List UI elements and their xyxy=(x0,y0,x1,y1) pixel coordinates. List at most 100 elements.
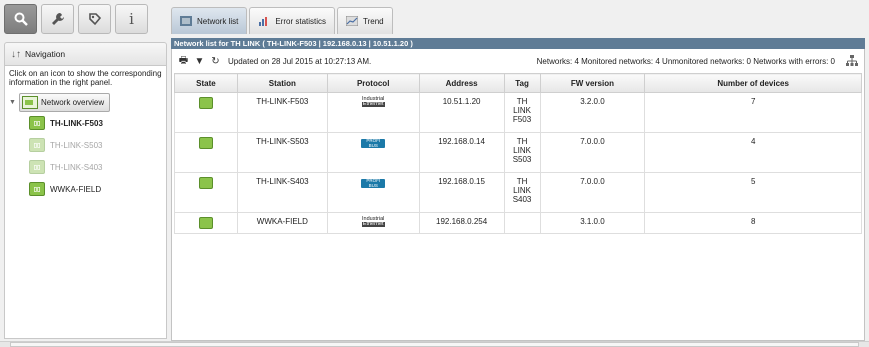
protocol-cell: Industrial Ethernet xyxy=(326,92,420,133)
tree-item-th-link-s403[interactable]: ▯▯ TH-LINK-S403 xyxy=(9,156,162,178)
column-header-station[interactable]: Station xyxy=(236,73,328,93)
table-header-row: State Station Protocol Address Tag FW ve… xyxy=(174,73,862,93)
navigation-title: Navigation xyxy=(25,49,66,59)
profibus-icon: PROFI BUS xyxy=(361,138,386,148)
table-row[interactable]: TH-LINK-S403 PROFI BUS 192.168.0.15 TH LIN… xyxy=(174,172,862,213)
search-icon xyxy=(14,12,28,26)
tag-cell: TH LINK S403 xyxy=(503,172,541,213)
devices-cell: 8 xyxy=(644,212,862,234)
tag-line: LINK xyxy=(513,146,531,155)
fw-version-cell: 3.2.0.0 xyxy=(539,92,646,133)
tab-label: Trend xyxy=(363,16,384,26)
trend-icon xyxy=(346,16,359,26)
device-ok-icon xyxy=(198,97,213,109)
address-cell: 10.51.1.20 xyxy=(418,92,505,133)
devices-cell: 4 xyxy=(644,132,862,173)
tag-line: TH xyxy=(516,97,528,106)
tab-network-list[interactable]: Network list xyxy=(171,7,248,34)
device-icon: ▯▯ xyxy=(29,116,45,130)
info-icon: i xyxy=(129,10,134,28)
collapse-arrow-icon[interactable]: ▼ xyxy=(9,99,19,106)
tag-line: LINK xyxy=(513,106,531,115)
print-icon[interactable]: 🖶 xyxy=(178,55,189,67)
devices-cell: 7 xyxy=(644,92,862,133)
tab-label: Network list xyxy=(197,16,239,26)
protocol-cell: PROFI BUS xyxy=(326,172,420,213)
search-button[interactable] xyxy=(4,4,37,34)
horizontal-scrollbar[interactable] xyxy=(0,341,869,347)
column-header-address[interactable]: Address xyxy=(418,73,505,93)
network-overview-node[interactable]: Network overview xyxy=(19,93,111,112)
top-icon-bar: i xyxy=(4,4,167,34)
fw-version-cell: 3.1.0.0 xyxy=(539,212,646,234)
topology-icon[interactable] xyxy=(846,55,858,67)
profibus-icon: PROFI BUS xyxy=(361,178,386,188)
sort-arrows-icon: ↓↑ xyxy=(11,48,21,60)
fw-version-cell: 7.0.0.0 xyxy=(539,132,646,173)
device-ok-icon xyxy=(198,217,213,229)
tree-item-label: TH-LINK-S403 xyxy=(50,162,103,172)
devices-cell: 5 xyxy=(644,172,862,213)
tree-item-label: WWKA-FIELD xyxy=(50,184,102,194)
industrial-ethernet-icon: Industrial Ethernet xyxy=(361,216,385,227)
protocol-cell: PROFI BUS xyxy=(326,132,420,173)
state-cell xyxy=(174,92,238,133)
column-header-tag[interactable]: Tag xyxy=(503,73,541,93)
pb-line2: BUS xyxy=(368,142,378,148)
ie-line2: Ethernet xyxy=(361,101,385,107)
table-row[interactable]: WWKA-FIELD Industrial Ethernet 192.168.0.… xyxy=(174,212,862,234)
network-summary: Networks: 4 Monitored networks: 4 Unmoni… xyxy=(536,56,835,66)
network-overview-icon xyxy=(22,96,38,109)
navigation-header: ↓↑ Navigation xyxy=(4,42,167,66)
filter-icon[interactable]: ▼ xyxy=(194,56,205,67)
tag-line: S503 xyxy=(512,155,532,164)
table-row[interactable]: TH-LINK-F503 Industrial Ethernet 10.51.1.… xyxy=(174,92,862,133)
settings-button[interactable] xyxy=(41,4,74,34)
address-cell: 192.168.0.14 xyxy=(418,132,505,173)
tag-cell xyxy=(503,212,541,234)
wrench-icon xyxy=(51,13,64,25)
tree-root: ▼ Network overview xyxy=(9,93,162,112)
station-cell: TH-LINK-S403 xyxy=(236,172,328,213)
device-icon: ▯▯ xyxy=(29,160,45,174)
scrollbar-thumb[interactable] xyxy=(10,342,859,347)
refresh-icon[interactable]: ↻ xyxy=(210,56,221,67)
refresh-button[interactable] xyxy=(78,4,111,34)
device-ok-icon xyxy=(198,177,213,189)
device-ok-icon xyxy=(198,137,213,149)
address-cell: 192.168.0.15 xyxy=(418,172,505,213)
tag-line: TH xyxy=(516,177,528,186)
device-icon: ▯▯ xyxy=(29,138,45,152)
table-row[interactable]: TH-LINK-S503 PROFI BUS 192.168.0.14 TH LIN… xyxy=(174,132,862,173)
bar-chart-icon xyxy=(259,17,268,26)
tree-item-label: TH-LINK-F503 xyxy=(50,118,103,128)
tag-line: F503 xyxy=(512,115,532,124)
column-header-fw-version[interactable]: FW version xyxy=(539,73,646,93)
tab-error-statistics[interactable]: Error statistics xyxy=(249,7,336,34)
column-header-number-of-devices[interactable]: Number of devices xyxy=(644,73,862,93)
tree-item-th-link-f503[interactable]: ▯▯ TH-LINK-F503 xyxy=(9,112,162,134)
fw-version-cell: 7.0.0.0 xyxy=(539,172,646,213)
list-icon xyxy=(180,16,192,26)
tree-item-th-link-s503[interactable]: ▯▯ TH-LINK-S503 xyxy=(9,134,162,156)
protocol-cell: Industrial Ethernet xyxy=(326,212,420,234)
industrial-ethernet-icon: Industrial Ethernet xyxy=(361,96,385,107)
device-icon: ▯▯ xyxy=(29,182,45,196)
network-table: State Station Protocol Address Tag FW ve… xyxy=(174,73,862,234)
right-panel: Network list Error statistics Trend Netw… xyxy=(171,4,865,341)
station-cell: WWKA-FIELD xyxy=(236,212,328,234)
left-panel: i ↓↑ Navigation Click on an icon to show… xyxy=(4,4,167,341)
column-header-protocol[interactable]: Protocol xyxy=(326,73,420,93)
station-cell: TH-LINK-S503 xyxy=(236,132,328,173)
state-cell xyxy=(174,132,238,173)
tag-cell: TH LINK S503 xyxy=(503,132,541,173)
navigation-tree: Click on an icon to show the correspondi… xyxy=(4,66,167,339)
info-button[interactable]: i xyxy=(115,4,148,34)
tag-line: S403 xyxy=(512,195,532,204)
column-header-state[interactable]: State xyxy=(174,73,238,93)
tree-item-wwka-field[interactable]: ▯▯ WWKA-FIELD xyxy=(9,178,162,200)
tab-trend[interactable]: Trend xyxy=(337,7,393,34)
network-list-content: 🖶 ▼ ↻ Updated on 28 Jul 2015 at 10:27:13… xyxy=(171,49,865,341)
network-overview-label: Network overview xyxy=(41,98,105,107)
navigation-hint: Click on an icon to show the correspondi… xyxy=(9,69,162,87)
